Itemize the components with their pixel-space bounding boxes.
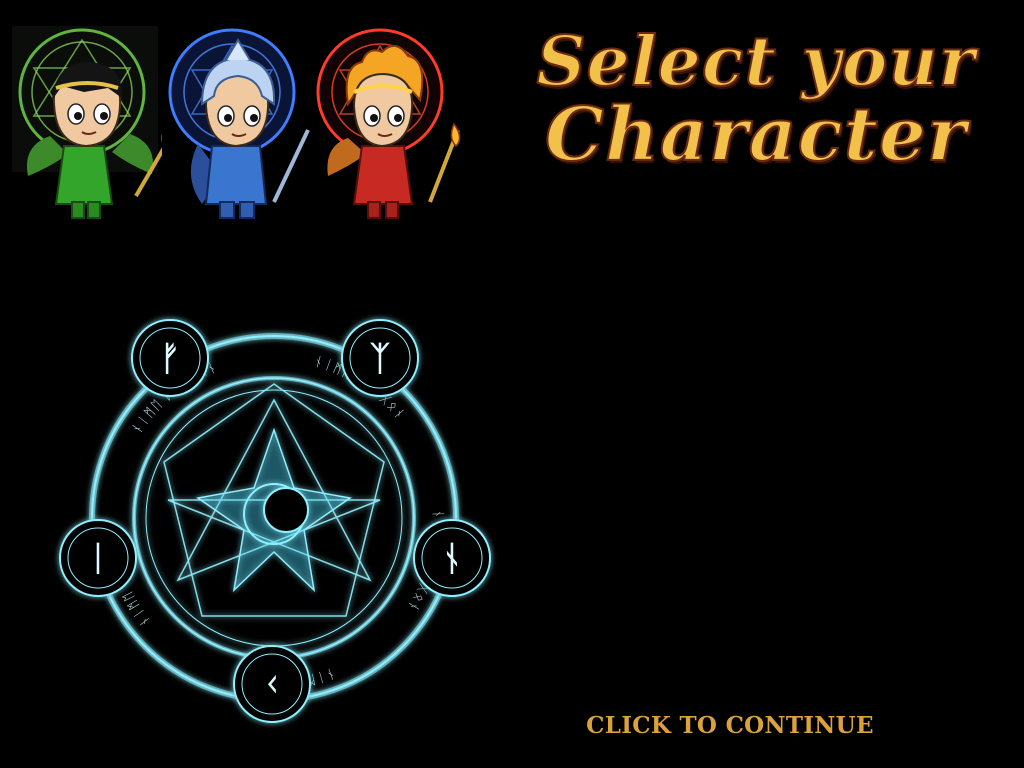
rune-node-top-left: ᚠ	[160, 339, 180, 379]
character-green-mage[interactable]	[12, 26, 162, 226]
magic-summoning-circle-icon: ᚾᛁᛗᛖ ᛞᚱᚨᚷᛟᚾ ᚾᛁᛗᛖ ᛞᚱᚨᚷᛟᚾ ᚾᛁᛗᛖ ᛞᚱᚨᚷᛟᚾ ᚾᛁᛗᛖ…	[50, 300, 498, 740]
title-line-select-your: Select your	[535, 22, 976, 102]
title-line-character: Character	[544, 92, 967, 178]
rune-node-top-right: ᛉ	[370, 339, 391, 379]
rune-node-bottom: ᚲ	[262, 665, 282, 705]
rune-node-right: ᚾ	[442, 539, 462, 579]
rune-node-left: ᛁ	[88, 539, 108, 579]
blue-knight-portrait-icon	[168, 28, 310, 219]
red-fire-mage-portrait-icon	[316, 28, 461, 219]
green-mage-portrait-icon	[12, 26, 162, 219]
character-blue-knight[interactable]	[162, 26, 312, 226]
character-red-fire-mage[interactable]	[312, 26, 462, 226]
page-title: Select your Character	[535, 22, 976, 178]
click-to-continue-button[interactable]: CLICK TO CONTINUE	[560, 712, 900, 739]
